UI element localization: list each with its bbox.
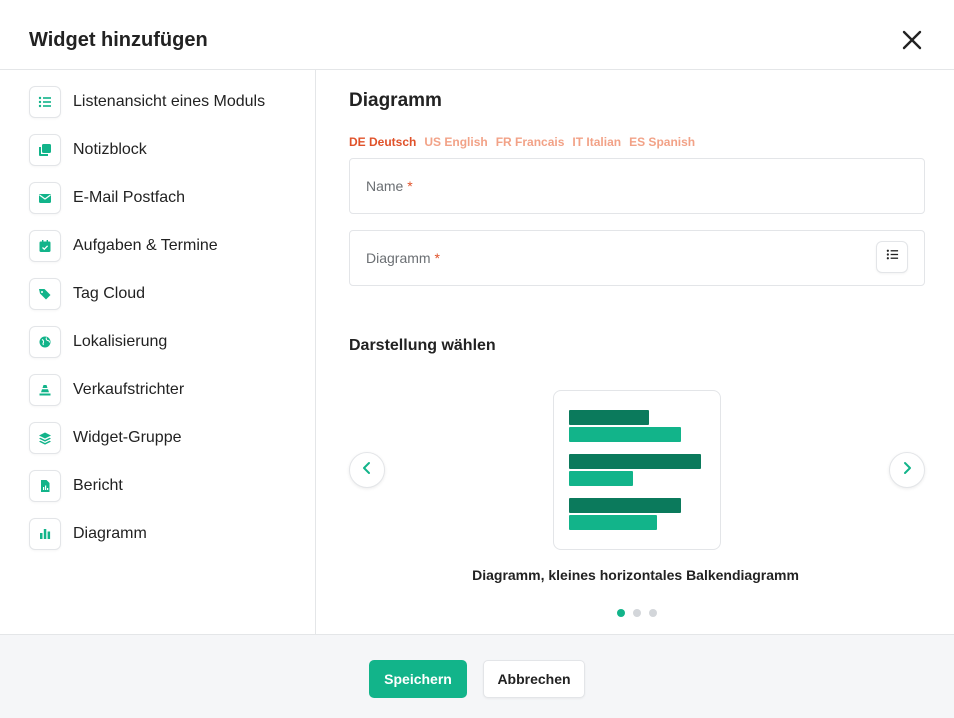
cancel-button[interactable]: Abbrechen [483,660,585,698]
language-tab-es[interactable]: ES Spanish [629,135,695,149]
notes-icon [29,134,61,166]
panel-heading: Diagramm [349,90,442,111]
funnel-icon [29,374,61,406]
envelope-icon [29,182,61,214]
tags-icon [29,278,61,310]
widget-config-panel: Diagramm DE Deutsch US English FR Franca… [317,70,954,634]
close-icon[interactable] [898,26,926,54]
sidebar-item-label: Widget-Gruppe [73,429,182,446]
sidebar-item-lokalisierung[interactable]: Lokalisierung [29,326,309,358]
sidebar-item-aufgaben[interactable]: Aufgaben & Termine [29,230,309,262]
carousel-dot-1[interactable] [617,609,625,617]
sidebar-item-verkaufstrichter[interactable]: Verkaufstrichter [29,374,309,406]
chevron-left-icon [360,461,374,480]
sidebar-item-widget-gruppe[interactable]: Widget-Gruppe [29,422,309,454]
sidebar-item-label: E-Mail Postfach [73,189,186,206]
name-field[interactable]: Name * [349,158,925,214]
dialog-title: Widget hinzufügen [29,29,208,51]
language-tab-it[interactable]: IT Italian [572,135,621,149]
required-marker: * [407,178,413,194]
sidebar-item-bericht[interactable]: Bericht [29,470,309,502]
sidebar-item-listenansicht[interactable]: Listenansicht eines Moduls [29,86,309,118]
name-field-label: Name * [366,178,413,194]
sidebar-item-label: Tag Cloud [73,285,146,302]
calendar-check-icon [29,230,61,262]
carousel-dot-2[interactable] [633,609,641,617]
dialog-footer: Speichern Abbrechen [0,634,954,718]
carousel-prev-button[interactable] [349,452,385,488]
layers-icon [29,422,61,454]
report-file-icon [29,470,61,502]
language-switcher: DE Deutsch US English FR Francais IT Ita… [349,135,695,149]
language-tab-us[interactable]: US English [424,135,487,149]
dialog-header: Widget hinzufügen [0,0,954,70]
preview-bar [569,498,681,513]
preview-bar [569,427,681,442]
preview-caption: Diagramm, kleines horizontales Balkendia… [472,567,799,583]
sidebar-item-notizblock[interactable]: Notizblock [29,134,309,166]
sidebar-item-label: Bericht [73,477,123,494]
add-widget-dialog: Widget hinzufügen Listenansicht eines Mo… [0,0,954,718]
diagram-list-button[interactable] [876,241,908,273]
display-section-title: Darstellung wählen [349,337,496,354]
sidebar-item-email[interactable]: E-Mail Postfach [29,182,309,214]
sidebar-item-label: Lokalisierung [73,333,168,350]
preview-bar [569,515,657,530]
carousel-dots [617,609,657,617]
preview-bar [569,471,633,486]
carousel-dot-3[interactable] [649,609,657,617]
language-tab-de[interactable]: DE Deutsch [349,135,416,149]
save-button[interactable]: Speichern [369,660,467,698]
sidebar-item-label: Listenansicht eines Moduls [73,93,266,110]
globe-icon [29,326,61,358]
widget-type-sidebar: Listenansicht eines Moduls Notizblock E-… [0,70,316,634]
diagram-field-label: Diagramm * [366,250,440,266]
bar-chart-icon [29,518,61,550]
diagram-select-field[interactable]: Diagramm * [349,230,925,286]
sidebar-item-label: Aufgaben & Termine [73,237,218,254]
chevron-right-icon [900,461,914,480]
sidebar-item-label: Notizblock [73,141,147,158]
carousel-next-button[interactable] [889,452,925,488]
sidebar-item-tag-cloud[interactable]: Tag Cloud [29,278,309,310]
sidebar-item-label: Verkaufstrichter [73,381,185,398]
preview-bar [569,410,649,425]
language-tab-fr[interactable]: FR Francais [496,135,565,149]
sidebar-item-diagramm[interactable]: Diagramm [29,518,309,550]
preview-bar [569,454,701,469]
chart-preview-card[interactable] [553,390,721,550]
list-icon [29,86,61,118]
list-icon [886,248,899,266]
sidebar-item-label: Diagramm [73,525,147,542]
required-marker: * [434,250,440,266]
